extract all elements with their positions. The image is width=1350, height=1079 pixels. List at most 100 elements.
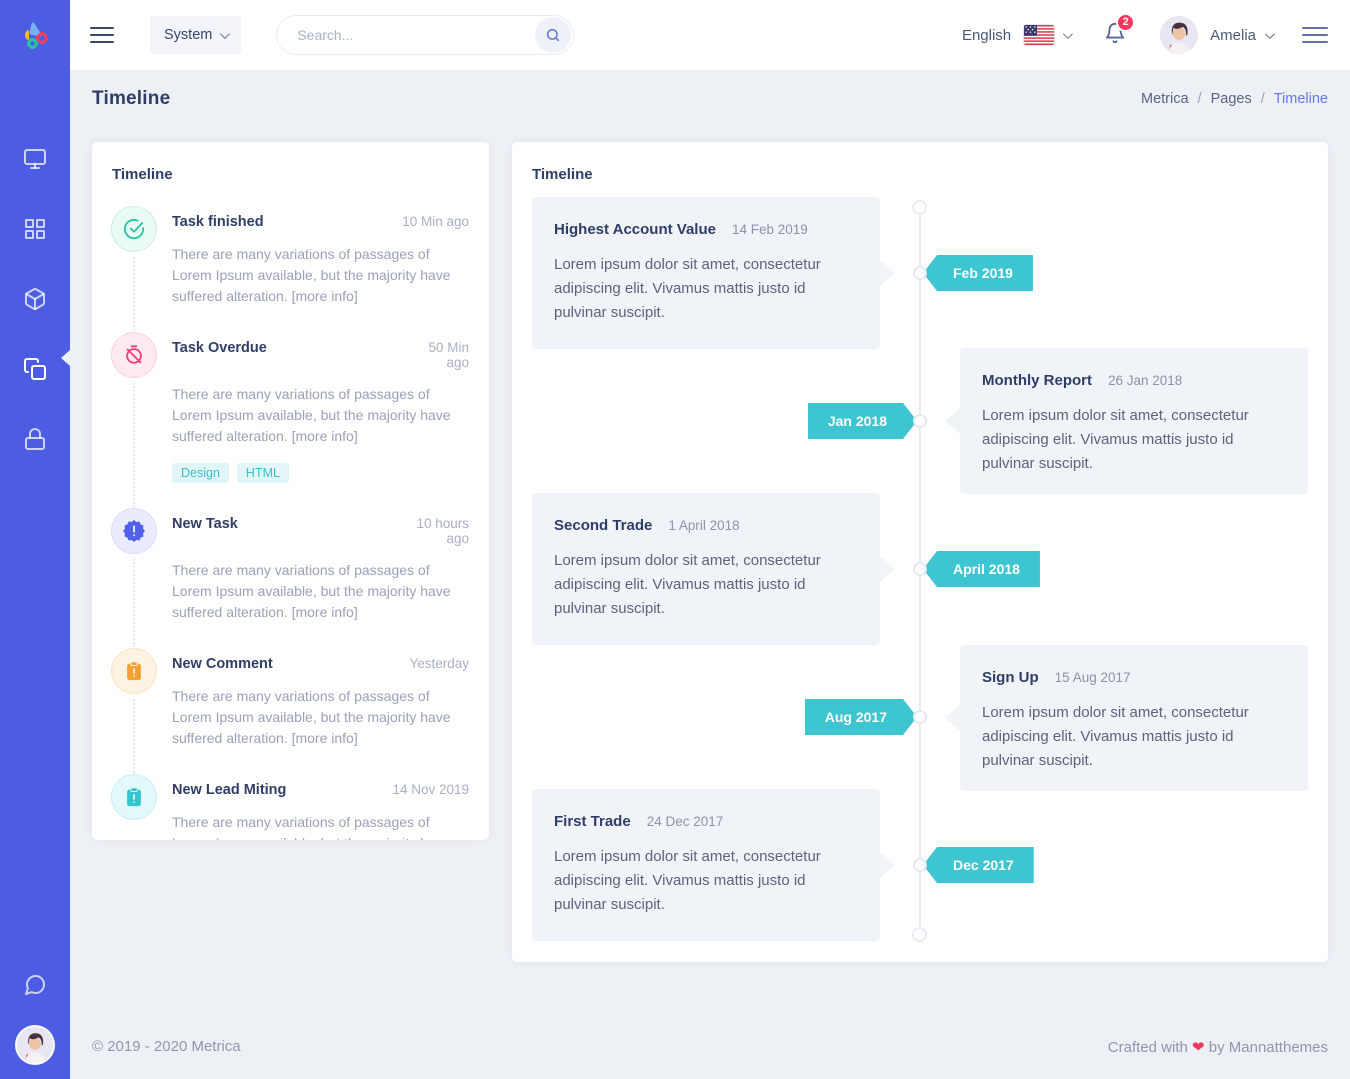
activity-title: Task finished xyxy=(172,214,264,230)
breadcrumb-root[interactable]: Metrica xyxy=(1141,91,1189,107)
topbar-user-avatar[interactable] xyxy=(1160,16,1198,54)
search-input[interactable] xyxy=(279,27,535,43)
timeline-entry-date: 26 Jan 2018 xyxy=(1108,373,1182,388)
timeline-entry-title: Highest Account Value xyxy=(554,221,716,238)
timeline-entry-box: Sign Up 15 Aug 2017 Lorem ipsum dolor si… xyxy=(960,645,1308,791)
tag-badge[interactable]: Design xyxy=(172,463,229,483)
metrica-logo-icon[interactable] xyxy=(0,0,70,70)
tag-badge[interactable]: HTML xyxy=(237,463,289,483)
breadcrumb-current: Timeline xyxy=(1274,91,1328,107)
timeline-card-title: Timeline xyxy=(532,166,1308,183)
notifications-button[interactable]: 2 xyxy=(1104,22,1126,49)
list-item: Task Overdue 50 Min ago There are many v… xyxy=(112,333,469,509)
timeline-entry-text: Lorem ipsum dolor sit amet, consectetur … xyxy=(554,845,858,917)
monitor-icon xyxy=(23,147,47,176)
search-button[interactable] xyxy=(535,17,571,53)
us-flag-icon[interactable] xyxy=(1024,25,1054,45)
timeline-date-badge: Aug 2017 xyxy=(805,699,917,735)
topbar: System English xyxy=(70,0,1350,70)
system-dropdown-label: System xyxy=(164,27,212,43)
timeline-entry-title: First Trade xyxy=(554,813,631,830)
timeline-entry-title: Sign Up xyxy=(982,669,1039,686)
timeline-node-dot xyxy=(913,562,927,576)
timeline-node-dot xyxy=(913,266,927,280)
page-footer: © 2019 - 2020 Metrica Crafted with ❤ by … xyxy=(92,1038,1328,1056)
timeline-entry-text: Lorem ipsum dolor sit amet, consectetur … xyxy=(554,253,858,325)
activity-list: Task finished 10 Min ago There are many … xyxy=(112,207,469,840)
credit-suffix: by Mannatthemes xyxy=(1209,1039,1328,1056)
search-icon xyxy=(545,27,561,43)
language-label[interactable]: English xyxy=(962,27,1011,44)
sidebar xyxy=(0,0,70,1079)
breadcrumb-section[interactable]: Pages xyxy=(1211,91,1252,107)
activity-title: Task Overdue xyxy=(172,340,267,356)
copy-icon xyxy=(23,357,47,386)
timeline-node-dot xyxy=(913,414,927,428)
timeline-date-badge: Feb 2019 xyxy=(923,255,1033,291)
chat-icon xyxy=(23,973,47,1002)
list-item: New Task 10 hours ago There are many var… xyxy=(112,509,469,649)
timeline-entry-title: Second Trade xyxy=(554,517,652,534)
lock-icon xyxy=(23,427,47,456)
language-chevron-icon[interactable] xyxy=(1063,29,1073,39)
clipboard-info-icon xyxy=(112,775,156,819)
timeline-end-dot xyxy=(912,927,927,942)
settings-menu-icon[interactable] xyxy=(1302,22,1328,48)
timeline-entry-text: Lorem ipsum dolor sit amet, consectetur … xyxy=(554,549,858,621)
user-chevron-icon[interactable] xyxy=(1265,29,1275,39)
timeline-entry-box: Highest Account Value 14 Feb 2019 Lorem … xyxy=(532,197,880,349)
clipboard-alert-icon xyxy=(112,649,156,693)
sidebar-item-authentication[interactable] xyxy=(0,406,70,476)
package-icon xyxy=(23,287,47,316)
timeline-entry-title: Monthly Report xyxy=(982,372,1092,389)
timeline-start-dot xyxy=(912,200,927,215)
activity-time: 10 hours ago xyxy=(407,516,469,546)
timeline-entry-date: 15 Aug 2017 xyxy=(1055,670,1131,685)
credit-prefix: Crafted with xyxy=(1108,1039,1188,1056)
notification-count-badge: 2 xyxy=(1116,13,1135,32)
search-bar xyxy=(276,15,574,55)
activity-title: New Comment xyxy=(172,656,273,672)
activity-text: There are many variations of passages of… xyxy=(172,686,469,749)
timeline-entry-date: 1 April 2018 xyxy=(668,518,739,533)
timeline-entry-box: First Trade 24 Dec 2017 Lorem ipsum dolo… xyxy=(532,789,880,941)
sidebar-item-dashboard[interactable] xyxy=(0,126,70,196)
chevron-down-icon xyxy=(220,29,230,39)
timeline-node-dot xyxy=(913,858,927,872)
sidebar-item-components[interactable] xyxy=(0,266,70,336)
page-header: Timeline Metrica / Pages / Timeline xyxy=(92,88,1328,110)
breadcrumb: Metrica / Pages / Timeline xyxy=(1141,91,1328,107)
check-circle-icon xyxy=(112,207,156,251)
sidebar-user-avatar[interactable] xyxy=(15,1025,55,1065)
grid-icon xyxy=(23,217,47,246)
activity-title: New Lead Miting xyxy=(172,782,286,798)
copyright-text: © 2019 - 2020 Metrica xyxy=(92,1038,241,1056)
alarm-off-icon xyxy=(112,333,156,377)
activity-text: There are many variations of passages of… xyxy=(172,812,469,840)
activity-text: There are many variations of passages of… xyxy=(172,560,469,623)
timeline-canvas: Highest Account Value 14 Feb 2019 Lorem … xyxy=(512,142,1328,962)
breadcrumb-separator: / xyxy=(1198,91,1202,107)
timeline-entry-date: 14 Feb 2019 xyxy=(732,222,808,237)
app-root: System English xyxy=(0,0,1350,1079)
sidebar-chat-button[interactable] xyxy=(0,967,70,1007)
activity-timeline-card: Timeline Task finished 10 Min ago There … xyxy=(92,142,489,840)
activity-text: There are many variations of passages of… xyxy=(172,384,469,447)
avatar-image-icon xyxy=(1160,16,1198,54)
sidebar-item-apps[interactable] xyxy=(0,196,70,266)
system-dropdown[interactable]: System xyxy=(150,16,241,54)
history-timeline-card: Timeline Highest Account Value 14 Feb 20… xyxy=(512,142,1328,962)
list-item: New Comment Yesterday There are many var… xyxy=(112,649,469,775)
sidebar-nav xyxy=(0,126,70,476)
timeline-entry-text: Lorem ipsum dolor sit amet, consectetur … xyxy=(982,701,1286,773)
timeline-date-badge: Dec 2017 xyxy=(923,847,1034,883)
seal-exclamation-icon xyxy=(112,509,156,553)
menu-toggle-icon[interactable] xyxy=(90,22,114,48)
timeline-entry-text: Lorem ipsum dolor sit amet, consectetur … xyxy=(982,404,1286,476)
timeline-date-badge: Jan 2018 xyxy=(808,403,917,439)
user-name-label[interactable]: Amelia xyxy=(1210,27,1256,44)
sidebar-item-pages[interactable] xyxy=(0,336,70,406)
timeline-entry-box: Second Trade 1 April 2018 Lorem ipsum do… xyxy=(532,493,880,645)
activity-time: 10 Min ago xyxy=(402,214,469,229)
activity-time: Yesterday xyxy=(409,656,469,671)
